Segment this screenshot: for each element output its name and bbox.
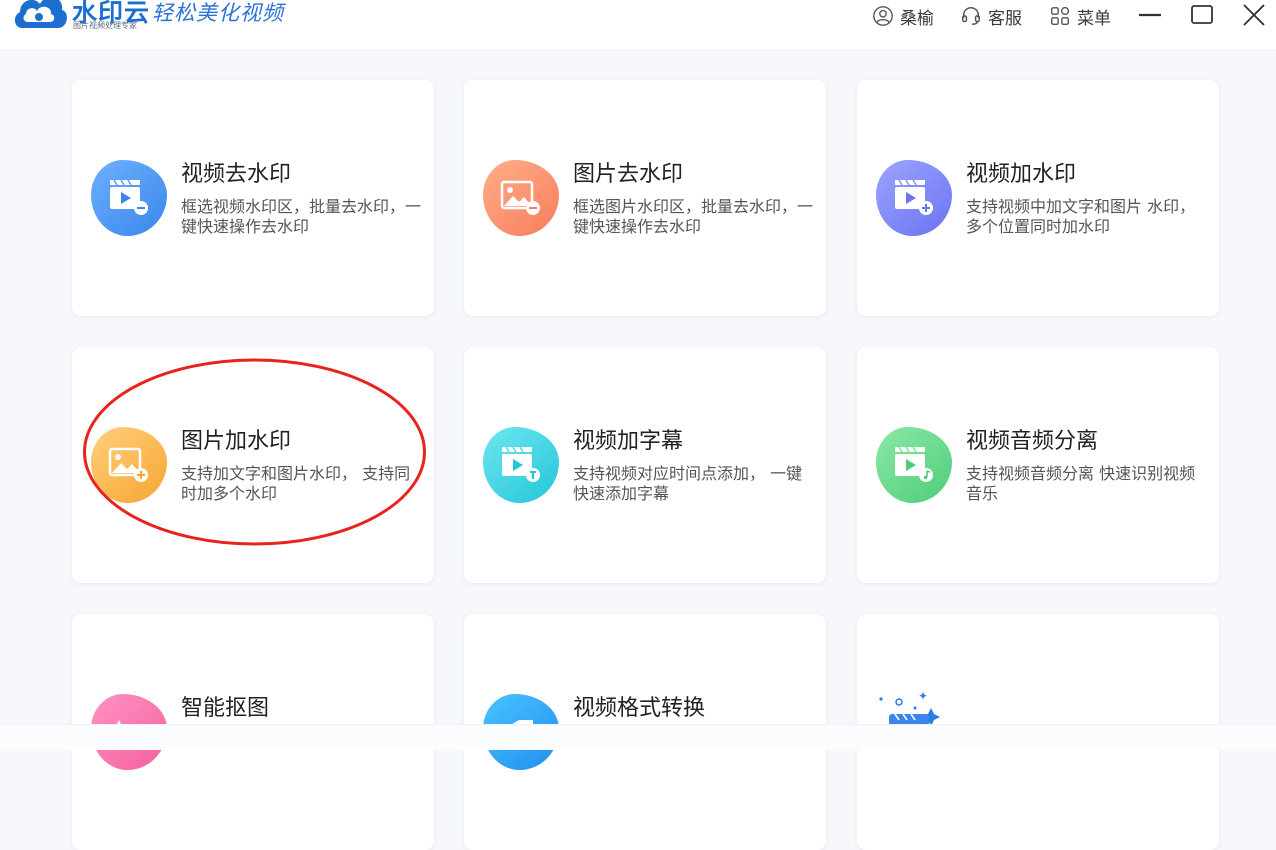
- card-video-add-subtitle[interactable]: 视频加字幕 支持视频对应时间点添加， 一键快速添加字幕: [464, 347, 826, 583]
- card-description: 支持加文字和图片水印， 支持同时加多个水印: [181, 464, 411, 503]
- minimize-icon: [1139, 13, 1161, 17]
- cloud-logo-icon: [15, 0, 67, 28]
- close-icon: [1243, 4, 1265, 26]
- maximize-icon: [1191, 5, 1213, 24]
- customer-service-button[interactable]: 客服: [960, 2, 1022, 30]
- card-title: 视频加字幕: [573, 429, 684, 454]
- logo-subtitle: 图片视频处理专家: [73, 21, 137, 30]
- card-description: 支持视频对应时间点添加， 一键快速添加字幕: [573, 464, 803, 503]
- user-icon: [873, 6, 893, 26]
- card-description: 框选视频水印区，批量去水印，一键快速操作去水印: [181, 197, 422, 236]
- menu-label: 菜单: [1077, 8, 1111, 29]
- minimize-button[interactable]: [1136, 2, 1164, 28]
- video-audio-icon: [876, 427, 952, 503]
- card-image-remove-watermark[interactable]: 图片去水印 框选图片水印区，批量去水印，一键快速操作去水印: [464, 80, 826, 316]
- headset-icon: [962, 7, 980, 25]
- video-remove-icon: [91, 160, 167, 236]
- grid-menu-icon: [1051, 6, 1070, 25]
- card-description: 支持视频音频分离 快速识别视频音乐: [966, 464, 1196, 503]
- image-remove-icon: [483, 160, 559, 236]
- title-bar: 水印云 图片视频处理专家 轻松美化视频 桑榆 客服 菜单: [0, 0, 1276, 51]
- card-title: 图片去水印: [573, 162, 684, 187]
- user-label: 桑榆: [900, 8, 934, 29]
- card-title: 视频加水印: [966, 162, 1077, 187]
- status-footer: [0, 724, 1276, 750]
- more-features-icon: [879, 692, 940, 728]
- card-title: 视频格式转换: [573, 696, 706, 721]
- service-label: 客服: [988, 8, 1022, 29]
- slogan: 轻松美化视频: [152, 1, 284, 25]
- card-title: 视频去水印: [181, 162, 292, 187]
- menu-button[interactable]: 菜单: [1049, 2, 1111, 30]
- card-description: 框选图片水印区，批量去水印，一键快速操作去水印: [573, 197, 814, 236]
- card-video-remove-watermark[interactable]: 视频去水印 框选视频水印区，批量去水印，一键快速操作去水印: [72, 80, 434, 316]
- close-button[interactable]: [1240, 2, 1268, 28]
- card-title: 智能抠图: [181, 696, 270, 721]
- card-title: 图片加水印: [181, 429, 292, 454]
- image-add-icon: [91, 427, 167, 503]
- video-subtitle-icon: [483, 427, 559, 503]
- video-add-icon: [876, 160, 952, 236]
- card-title: 视频音频分离: [966, 429, 1099, 454]
- card-description: 支持视频中加文字和图片 水印，多个位置同时加水印: [966, 197, 1196, 236]
- user-button[interactable]: 桑榆: [872, 2, 934, 30]
- card-video-audio-separation[interactable]: 视频音频分离 支持视频音频分离 快速识别视频音乐: [857, 347, 1219, 583]
- card-video-add-watermark[interactable]: 视频加水印 支持视频中加文字和图片 水印，多个位置同时加水印: [857, 80, 1219, 316]
- maximize-button[interactable]: [1188, 2, 1216, 28]
- card-image-add-watermark[interactable]: 图片加水印 支持加文字和图片水印， 支持同时加多个水印: [72, 347, 434, 583]
